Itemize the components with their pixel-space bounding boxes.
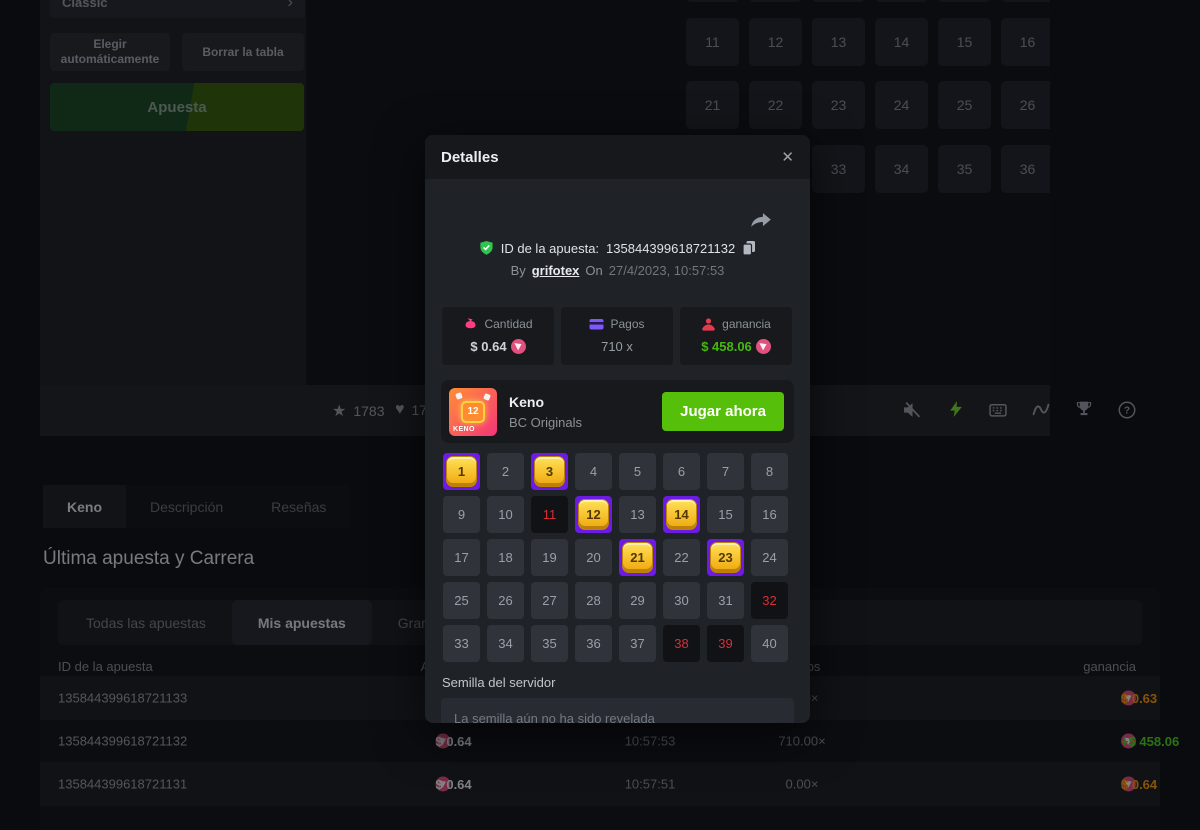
bet-datetime: 27/4/2023, 10:57:53	[609, 263, 725, 278]
result-cell-33: 33	[443, 625, 480, 662]
result-cell-24: 24	[751, 539, 788, 576]
result-cell-5: 5	[619, 453, 656, 490]
result-cell-39: 39	[707, 625, 744, 662]
stat-cantidad: Cantidad $ 0.64	[442, 307, 554, 365]
stat-value: 710 x	[601, 339, 633, 354]
stat-pagos: Pagos 710 x	[561, 307, 673, 365]
copy-icon[interactable]	[742, 240, 756, 256]
result-cell-9: 9	[443, 496, 480, 533]
game-name: Keno	[509, 394, 582, 410]
by-label: By	[511, 263, 526, 278]
result-cell-6: 6	[663, 453, 700, 490]
keno-game-page: 1234567891011121314151617181920212223242…	[0, 0, 1200, 830]
username-link[interactable]: grifotex	[532, 263, 580, 278]
result-cell-28: 28	[575, 582, 612, 619]
share-icon[interactable]	[750, 213, 772, 233]
result-cell-7: 7	[707, 453, 744, 490]
result-cell-8: 8	[751, 453, 788, 490]
result-cell-35: 35	[531, 625, 568, 662]
result-cell-15: 15	[707, 496, 744, 533]
result-cell-22: 22	[663, 539, 700, 576]
result-cell-29: 29	[619, 582, 656, 619]
result-cell-20: 20	[575, 539, 612, 576]
keno-icon-number: 12	[461, 401, 485, 423]
result-cell-40: 40	[751, 625, 788, 662]
coin-icon	[756, 339, 771, 354]
result-cell-27: 27	[531, 582, 568, 619]
server-seed-value: La semilla aún no ha sido revelada	[454, 711, 655, 723]
play-now-button[interactable]: Jugar ahora	[662, 392, 784, 431]
result-cell-26: 26	[487, 582, 524, 619]
wallet-icon	[589, 317, 604, 331]
result-cell-19: 19	[531, 539, 568, 576]
result-cell-38: 38	[663, 625, 700, 662]
result-number-grid: 1234567891011121314151617181920212223242…	[443, 453, 788, 662]
result-cell-12: 12	[575, 496, 612, 533]
result-cell-37: 37	[619, 625, 656, 662]
game-card: 12 KENO Keno BC Originals Jugar ahora	[441, 380, 794, 443]
stat-value: $ 458.06	[701, 339, 752, 354]
server-seed-label: Semilla del servidor	[442, 675, 555, 690]
bet-details-modal: Detalles ✕ ID de la apuesta: 13584439961…	[425, 135, 810, 723]
result-cell-18: 18	[487, 539, 524, 576]
result-cell-34: 34	[487, 625, 524, 662]
coin-icon	[511, 339, 526, 354]
stat-value: $ 0.64	[470, 339, 506, 354]
modal-title: Detalles	[441, 149, 499, 166]
result-cell-31: 31	[707, 582, 744, 619]
game-provider: BC Originals	[509, 415, 582, 430]
on-label: On	[585, 263, 602, 278]
keno-game-icon: 12 KENO	[449, 388, 497, 436]
result-cell-1: 1	[443, 453, 480, 490]
result-cell-13: 13	[619, 496, 656, 533]
result-cell-14: 14	[663, 496, 700, 533]
keno-icon-brand: KENO	[453, 426, 475, 433]
result-cell-10: 10	[487, 496, 524, 533]
stat-label: Cantidad	[484, 317, 532, 331]
bet-id-value: 135844399618721132	[606, 241, 735, 256]
result-cell-11: 11	[531, 496, 568, 533]
result-cell-23: 23	[707, 539, 744, 576]
stat-label: Pagos	[610, 317, 644, 331]
result-cell-3: 3	[531, 453, 568, 490]
result-cell-2: 2	[487, 453, 524, 490]
bet-id-label: ID de la apuesta:	[501, 241, 599, 256]
result-cell-16: 16	[751, 496, 788, 533]
moneybag-icon	[463, 318, 478, 331]
stat-label: ganancia	[722, 317, 771, 331]
bet-id-row: ID de la apuesta: 135844399618721132	[425, 240, 810, 256]
modal-header: Detalles ✕	[425, 135, 810, 179]
result-cell-21: 21	[619, 539, 656, 576]
bet-meta-row: By grifotex On 27/4/2023, 10:57:53	[425, 263, 810, 278]
server-seed-field[interactable]: La semilla aún no ha sido revelada	[441, 698, 794, 723]
result-cell-30: 30	[663, 582, 700, 619]
result-cell-36: 36	[575, 625, 612, 662]
result-cell-17: 17	[443, 539, 480, 576]
result-cell-4: 4	[575, 453, 612, 490]
stat-ganancia: ganancia $ 458.06	[680, 307, 792, 365]
result-cell-32: 32	[751, 582, 788, 619]
close-icon[interactable]: ✕	[781, 148, 794, 166]
hand-coin-icon	[701, 318, 716, 331]
verified-shield-icon	[479, 240, 494, 256]
result-cell-25: 25	[443, 582, 480, 619]
